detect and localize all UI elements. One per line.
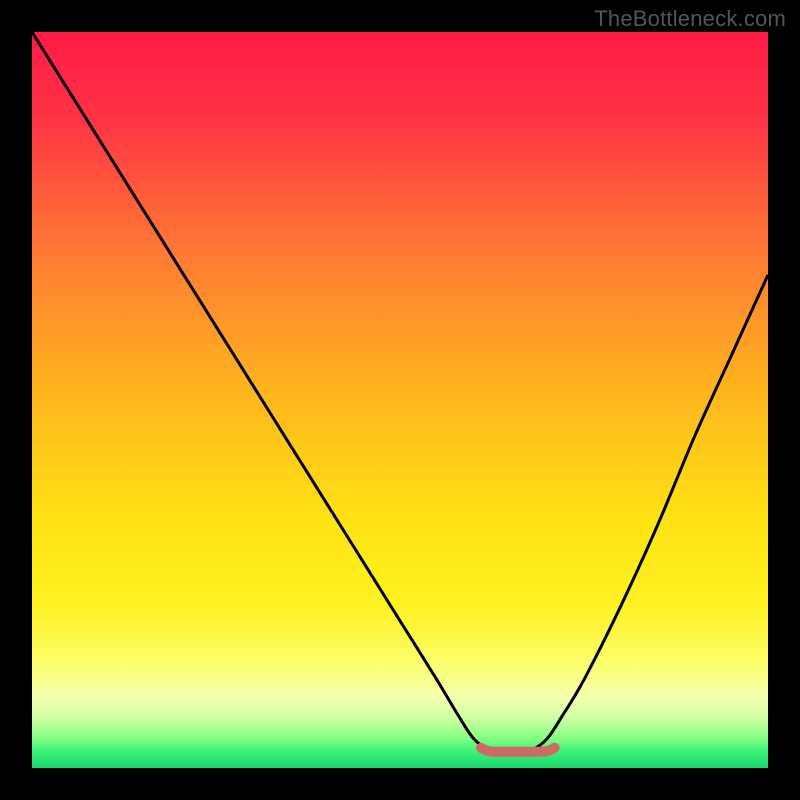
optimal-flat-segment (481, 748, 555, 752)
curve-layer (32, 32, 768, 768)
plot-area (32, 32, 768, 768)
watermark-text: TheBottleneck.com (594, 6, 786, 32)
chart-frame: TheBottleneck.com (0, 0, 800, 800)
bottleneck-curve (32, 32, 768, 752)
